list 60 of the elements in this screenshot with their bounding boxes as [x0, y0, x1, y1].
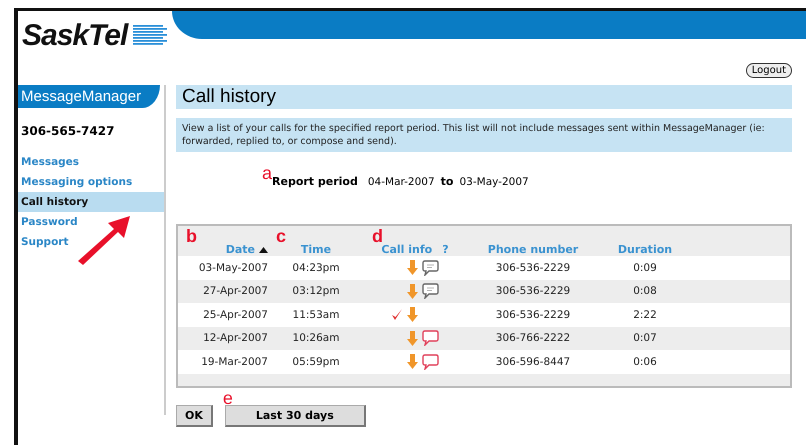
period-start: 04-Mar-2007: [368, 176, 435, 188]
table-cell-text: 306-536-2229: [494, 285, 572, 298]
speech-bubble-icon: [422, 330, 439, 346]
table-cell-text: 03:12pm: [291, 285, 341, 298]
column-header[interactable]: Date: [226, 243, 255, 256]
period-end: 03-May-2007: [460, 176, 529, 188]
checkmark-icon: [391, 308, 403, 322]
column-header[interactable]: Duration: [618, 243, 672, 256]
table-cell-text: 03-May-2007: [198, 262, 268, 274]
table-cell-text: 306-596-8447: [494, 356, 572, 368]
ok-button[interactable]: OK: [176, 405, 213, 427]
table-cell-text: 27-Apr-2007: [202, 285, 268, 298]
down-arrow-icon: [407, 284, 418, 299]
sidebar-link[interactable]: Messages: [18, 152, 164, 172]
annotation-letter: a: [262, 166, 272, 180]
table-cell-text: 11:53am: [292, 308, 340, 321]
description-text: View a list of your calls for the specified report period. This list will not include messages sent within MessageManager (ie: forwarded, replied to, or compose and send).: [176, 118, 792, 152]
table-cell-text: 0:09: [632, 262, 658, 274]
table-cell-text: 0:08: [632, 285, 658, 298]
table-cell-text: 2:22: [632, 308, 658, 321]
table-cell-text: 10:26am: [292, 332, 340, 344]
down-arrow-icon: [407, 307, 418, 322]
sidebar-title: MessageManager: [18, 85, 160, 108]
help-link[interactable]: ?: [442, 243, 449, 256]
down-arrow-icon: [407, 330, 418, 346]
annotation-letter: c: [276, 229, 286, 243]
table-cell-text: 25-Apr-2007: [202, 308, 268, 321]
sidebar-link[interactable]: Call history: [18, 192, 164, 212]
table-cell-text: 12-Apr-2007: [202, 332, 268, 344]
logo-stripes-icon: [133, 25, 168, 47]
column-header[interactable]: Time: [300, 243, 332, 256]
table-cell-text: 306-536-2229: [494, 308, 572, 321]
sidebar-link[interactable]: Messaging options: [18, 172, 164, 192]
page-title: Call history: [176, 85, 792, 109]
table-cell-text: 05:59pm: [291, 356, 341, 368]
table-cell-text: 306-766-2222: [494, 332, 572, 344]
sidebar-link[interactable]: Support: [18, 232, 164, 252]
logout-button[interactable]: Logout: [746, 62, 792, 78]
report-period-label: Report period: [272, 175, 358, 188]
speech-bubble-icon: [422, 354, 439, 370]
table-cell-text: 0:06: [632, 356, 658, 368]
last-30-days-button[interactable]: Last 30 days: [224, 405, 366, 427]
annotation-letter: b: [186, 229, 197, 243]
annotation-letter: d: [372, 229, 383, 243]
phone-number: 306-565-7427: [20, 123, 116, 140]
table-cell-text: 19-Mar-2007: [200, 356, 268, 368]
table-cell-text: 04:23pm: [291, 262, 341, 274]
annotation-letter: e: [222, 391, 233, 405]
down-arrow-icon: [407, 260, 418, 276]
speech-bubble-icon: [422, 260, 439, 276]
period-joiner: to: [440, 175, 454, 188]
table-cell-text: 0:07: [632, 332, 658, 344]
logo-text: SaskTel: [22, 19, 128, 53]
column-header[interactable]: Call info: [381, 243, 432, 256]
sort-up-icon: [259, 246, 268, 252]
speech-bubble-icon: [422, 283, 439, 300]
sidebar-link[interactable]: Password: [18, 212, 164, 232]
table-cell-text: 306-536-2229: [494, 262, 572, 274]
column-header[interactable]: Phone number: [488, 243, 578, 256]
down-arrow-icon: [407, 354, 418, 370]
